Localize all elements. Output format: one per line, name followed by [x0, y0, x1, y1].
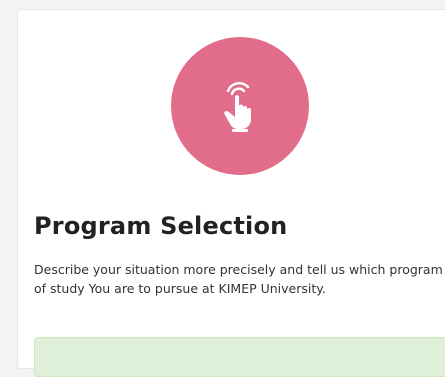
program-selection-card[interactable]: Program Selection Describe your situatio… — [17, 9, 445, 377]
hand-pointer-icon — [224, 81, 251, 132]
card-description: Describe your situation more precisely a… — [34, 262, 443, 296]
success-panel[interactable] — [34, 337, 445, 377]
card-title: Program Selection — [34, 212, 288, 240]
icon-badge — [171, 37, 309, 175]
